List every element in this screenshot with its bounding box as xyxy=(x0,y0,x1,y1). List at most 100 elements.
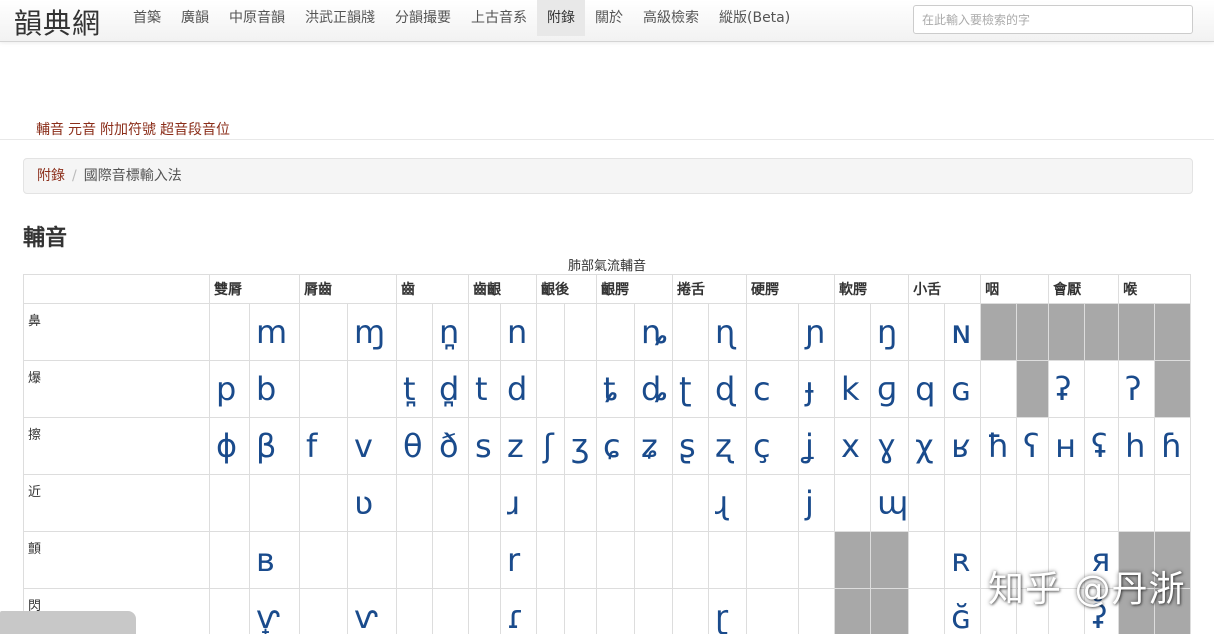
ipa-symbol[interactable]: ʕ xyxy=(1016,417,1050,475)
empty-cell xyxy=(634,531,673,589)
link-suprasegmentals[interactable]: 超音段音位 xyxy=(160,119,230,139)
ipa-symbol[interactable]: ʒ xyxy=(564,417,597,475)
ipa-symbol[interactable]: p xyxy=(209,360,250,418)
ipa-symbol[interactable]: q xyxy=(908,360,946,418)
nav-item-hongwu[interactable]: 洪武正韻牋 xyxy=(295,0,385,36)
ipa-symbol[interactable]: ɕ xyxy=(596,417,635,475)
breadcrumb-appendix-link[interactable]: 附錄 xyxy=(37,168,65,184)
link-consonants[interactable]: 輔音 xyxy=(36,119,64,139)
empty-cell xyxy=(634,588,673,634)
empty-cell xyxy=(536,360,565,418)
column-header: 會厭 xyxy=(1048,274,1120,304)
ipa-symbol[interactable]: h xyxy=(1118,417,1156,475)
nav-item-guangyun[interactable]: 廣韻 xyxy=(171,0,219,36)
ipa-symbol[interactable]: ɖ xyxy=(708,360,747,418)
empty-cell xyxy=(468,474,501,532)
ipa-symbol[interactable]: ⱱ xyxy=(347,588,397,634)
ipa-symbol[interactable]: ʃ xyxy=(536,417,565,475)
ipa-symbol[interactable]: ʜ xyxy=(1048,417,1086,475)
ipa-symbol[interactable]: ɾ xyxy=(500,588,537,634)
ipa-symbol[interactable]: ʢ xyxy=(1084,417,1120,475)
ipa-symbol[interactable]: ʔ xyxy=(1118,360,1156,418)
ipa-symbol[interactable]: ʑ xyxy=(634,417,673,475)
site-logo[interactable]: 韻典網 xyxy=(14,2,101,42)
ipa-symbol[interactable]: ȵ xyxy=(634,303,673,361)
ipa-symbol[interactable]: ɢ̆ xyxy=(944,588,982,634)
nav-item-fenyun[interactable]: 分韻撮要 xyxy=(385,0,461,36)
nav-item-appendix[interactable]: 附錄 xyxy=(537,0,585,36)
nav-item-about[interactable]: 關於 xyxy=(585,0,633,36)
ipa-symbol[interactable]: ɻ xyxy=(708,474,747,532)
ipa-symbol[interactable]: k xyxy=(834,360,871,418)
empty-cell xyxy=(536,588,565,634)
ipa-symbol[interactable]: ɡ xyxy=(869,360,910,418)
ipa-symbol[interactable]: d xyxy=(500,360,537,418)
search-input[interactable] xyxy=(913,5,1193,34)
ipa-symbol[interactable]: ʈ xyxy=(672,360,709,418)
impossible-cell xyxy=(1016,360,1050,418)
ipa-symbol[interactable]: ɲ xyxy=(798,303,835,361)
ipa-symbol[interactable]: ʁ xyxy=(944,417,982,475)
ipa-symbol[interactable]: ɢ xyxy=(944,360,982,418)
ipa-symbol[interactable]: s xyxy=(468,417,501,475)
ipa-symbol[interactable]: ŋ xyxy=(869,303,910,361)
ipa-symbol[interactable]: ʝ xyxy=(798,417,835,475)
ipa-symbol[interactable]: ʐ xyxy=(708,417,747,475)
ipa-symbol[interactable]: ȡ xyxy=(634,360,673,418)
ipa-symbol[interactable]: ʋ xyxy=(347,474,397,532)
ipa-symbol[interactable]: j xyxy=(798,474,835,532)
ipa-symbol[interactable]: d̪ xyxy=(432,360,469,418)
empty-cell xyxy=(396,474,433,532)
link-vowels[interactable]: 元音 xyxy=(68,119,96,139)
ipa-symbol[interactable]: ɳ xyxy=(708,303,747,361)
nav-item-zhongyuan[interactable]: 中原音韻 xyxy=(219,0,295,36)
ipa-symbol[interactable]: ħ xyxy=(980,417,1018,475)
ipa-symbol[interactable]: t̪ xyxy=(396,360,433,418)
ipa-symbol[interactable]: ç xyxy=(746,417,799,475)
ipa-symbol[interactable]: c xyxy=(746,360,799,418)
nav-item-vertical-beta[interactable]: 縱版(Beta) xyxy=(709,0,800,36)
empty-cell xyxy=(908,303,946,361)
ipa-symbol[interactable]: ɰ xyxy=(869,474,910,532)
empty-cell xyxy=(396,531,433,589)
ipa-symbol[interactable]: ⱱ̟ xyxy=(249,588,300,634)
ipa-symbol[interactable]: n̪ xyxy=(432,303,469,361)
ipa-symbol[interactable]: ʙ xyxy=(249,531,300,589)
ipa-symbol[interactable]: ɟ xyxy=(798,360,835,418)
horizontal-scrollbar[interactable] xyxy=(0,611,136,634)
ipa-symbol[interactable]: ɴ xyxy=(944,303,982,361)
ipa-symbol[interactable]: ɸ xyxy=(209,417,250,475)
ipa-symbol[interactable]: ʀ xyxy=(944,531,982,589)
empty-cell xyxy=(432,474,469,532)
ipa-symbol[interactable]: t xyxy=(468,360,501,418)
ipa-symbol[interactable]: ɦ xyxy=(1154,417,1192,475)
ipa-symbol[interactable]: ɽ xyxy=(708,588,747,634)
row-label: 爆 xyxy=(23,360,210,418)
ipa-symbol[interactable]: b xyxy=(249,360,300,418)
ipa-symbol[interactable]: x xyxy=(834,417,871,475)
ipa-symbol[interactable]: ɹ xyxy=(500,474,537,532)
nav-item-advanced-search[interactable]: 高級檢索 xyxy=(633,0,709,36)
ipa-symbol[interactable]: f xyxy=(299,417,348,475)
ipa-symbol[interactable]: β xyxy=(249,417,300,475)
link-diacritics[interactable]: 附加符號 xyxy=(100,119,156,139)
row-label: 擦 xyxy=(23,417,210,475)
ipa-symbol[interactable]: v xyxy=(347,417,397,475)
ipa-symbol[interactable]: n xyxy=(500,303,537,361)
nav-item-home[interactable]: 首築 xyxy=(123,0,171,36)
ipa-symbol[interactable]: ȶ xyxy=(596,360,635,418)
ipa-symbol[interactable]: ɱ xyxy=(347,303,397,361)
ipa-symbol[interactable]: ð xyxy=(432,417,469,475)
empty-cell xyxy=(596,303,635,361)
ipa-symbol[interactable]: z xyxy=(500,417,537,475)
ipa-symbol[interactable]: ʂ xyxy=(672,417,709,475)
nav-item-shanggu[interactable]: 上古音系 xyxy=(461,0,537,36)
column-header: 齒齦 xyxy=(468,274,537,304)
ipa-symbol[interactable]: m xyxy=(249,303,300,361)
ipa-symbol[interactable]: θ xyxy=(396,417,433,475)
empty-cell xyxy=(944,474,982,532)
ipa-symbol[interactable]: ʡ xyxy=(1048,360,1086,418)
ipa-symbol[interactable]: r xyxy=(500,531,537,589)
ipa-symbol[interactable]: ɣ xyxy=(869,417,910,475)
ipa-symbol[interactable]: χ xyxy=(908,417,946,475)
